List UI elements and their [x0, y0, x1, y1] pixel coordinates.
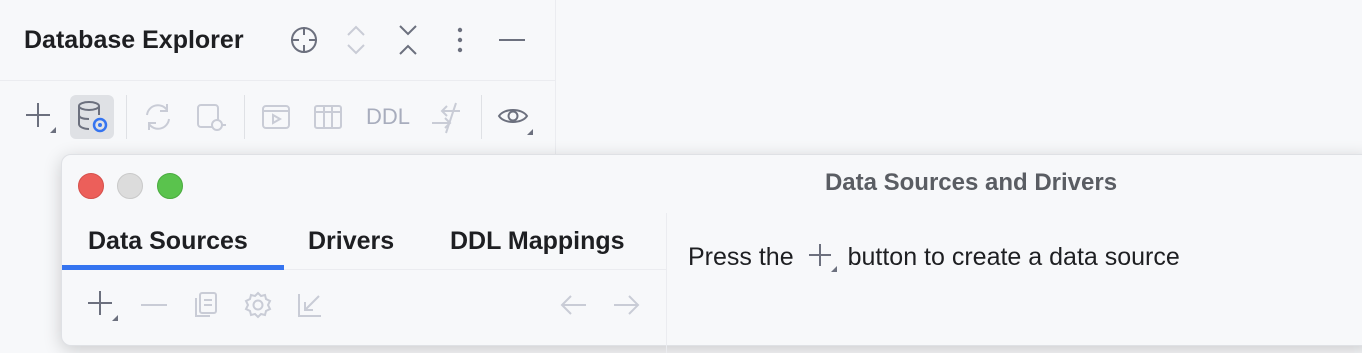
- settings-icon[interactable]: [238, 285, 278, 325]
- dialog-left-pane: Data Sources Drivers DDL Mappings: [62, 213, 667, 353]
- more-vertical-icon[interactable]: [442, 22, 478, 58]
- dialog-title: Data Sources and Drivers: [824, 169, 1118, 196]
- add-icon[interactable]: [18, 95, 62, 139]
- table-icon[interactable]: [306, 95, 350, 139]
- ddl-label: DDL: [365, 104, 410, 129]
- console-icon[interactable]: [254, 95, 298, 139]
- data-source-properties-icon[interactable]: [70, 95, 114, 139]
- panel-header: Database Explorer: [0, 0, 555, 81]
- disconnect-icon[interactable]: [188, 95, 232, 139]
- toolbar-separator: [481, 95, 482, 139]
- remove-icon[interactable]: [134, 285, 174, 325]
- toolbar-separator: [244, 95, 245, 139]
- selected-tab-indicator: [62, 265, 284, 270]
- toolbar-separator: [126, 95, 127, 139]
- add-icon: [800, 239, 844, 275]
- data-sources-dialog: Data Sources and Drivers Data Sources Dr…: [61, 154, 1362, 353]
- import-icon[interactable]: [290, 285, 330, 325]
- tab-drivers[interactable]: Drivers: [308, 227, 394, 256]
- view-options-icon[interactable]: [492, 95, 536, 139]
- locate-icon[interactable]: [286, 22, 322, 58]
- compare-icon[interactable]: [424, 95, 468, 139]
- panel-title: Database Explorer: [24, 26, 244, 54]
- back-icon[interactable]: [554, 285, 594, 325]
- duplicate-icon[interactable]: [186, 285, 226, 325]
- tab-ddl-mappings[interactable]: DDL Mappings: [450, 227, 625, 256]
- hide-icon[interactable]: [494, 22, 530, 58]
- add-icon[interactable]: [82, 285, 122, 325]
- message-prefix: Press the: [688, 242, 794, 271]
- explorer-toolbar: DDL: [0, 81, 555, 151]
- message-suffix: button to create a data source: [847, 242, 1180, 271]
- collapse-all-icon[interactable]: [390, 22, 426, 58]
- ddl-button[interactable]: DDL: [362, 95, 414, 139]
- forward-icon[interactable]: [606, 285, 646, 325]
- refresh-icon[interactable]: [136, 95, 180, 139]
- tab-data-sources[interactable]: Data Sources: [88, 227, 248, 256]
- empty-state-message: Press the button to create a data source: [688, 239, 1180, 275]
- expand-all-icon[interactable]: [338, 22, 374, 58]
